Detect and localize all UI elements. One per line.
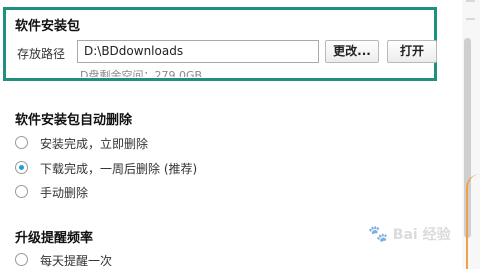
open-folder-button[interactable]: 打开 — [387, 40, 437, 63]
radio-button[interactable] — [15, 185, 28, 198]
radio-button-selected[interactable] — [15, 161, 28, 174]
radio-label: 手动删除 — [40, 186, 89, 200]
radio-button[interactable] — [15, 136, 28, 149]
radio-label: 下载完成，一周后删除 (推荐) — [40, 162, 198, 176]
download-path-input[interactable]: D:\BDdownloads — [77, 40, 319, 63]
divider — [466, 18, 475, 20]
scroll-accent-curve — [466, 174, 480, 269]
watermark: 🐾 Bai 经验 — [368, 224, 451, 244]
radio-label: 安装完成，立即删除 — [40, 137, 149, 151]
install-package-section: 软件安装包 存放路径 D:\BDdownloads 更改... 打开 D盘剩余空… — [3, 7, 437, 81]
divider — [466, 0, 475, 2]
auto-delete-title: 软件安装包自动删除 — [15, 113, 133, 128]
disk-free-space: D盘剩余空间：279.0GB — [80, 69, 203, 77]
change-path-button[interactable]: 更改... — [325, 40, 379, 63]
install-package-title: 软件安装包 — [15, 19, 81, 34]
upgrade-reminder-title: 升级提醒频率 — [15, 231, 94, 246]
path-label: 存放路径 — [17, 47, 66, 61]
radio-button[interactable] — [15, 253, 28, 266]
radio-label: 每天提醒一次 — [40, 254, 113, 268]
watermark-text: Bai 经验 — [392, 227, 451, 243]
baidu-paw-icon: 🐾 — [368, 224, 388, 243]
